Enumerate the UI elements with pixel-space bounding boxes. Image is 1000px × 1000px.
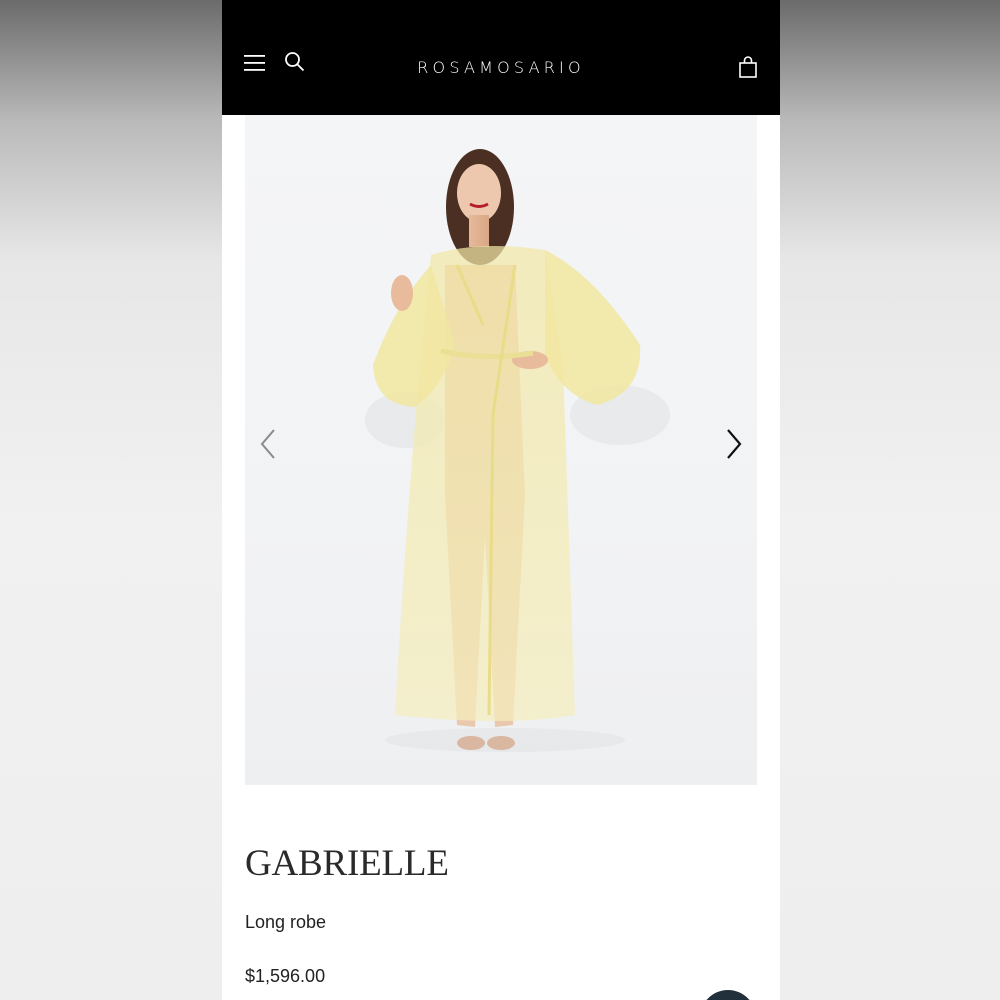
product-title: GABRIELLE <box>245 843 449 884</box>
site-header: ROSAMOSARIO <box>222 0 780 115</box>
product-gallery <box>245 115 757 785</box>
shopping-bag-icon[interactable] <box>738 56 758 78</box>
product-price: $1,596.00 <box>245 966 326 986</box>
product-photo <box>365 149 670 752</box>
product-type: Long robe <box>245 912 327 932</box>
chat-button[interactable] <box>700 990 756 1000</box>
mobile-page: ROSAMOSARIO GABRIELLE Long robe $1,596.0… <box>222 0 780 1000</box>
chevron-right-icon[interactable] <box>723 427 743 461</box>
chevron-left-icon[interactable] <box>259 427 279 461</box>
brand-logo[interactable]: ROSAMOSARIO <box>222 58 780 77</box>
